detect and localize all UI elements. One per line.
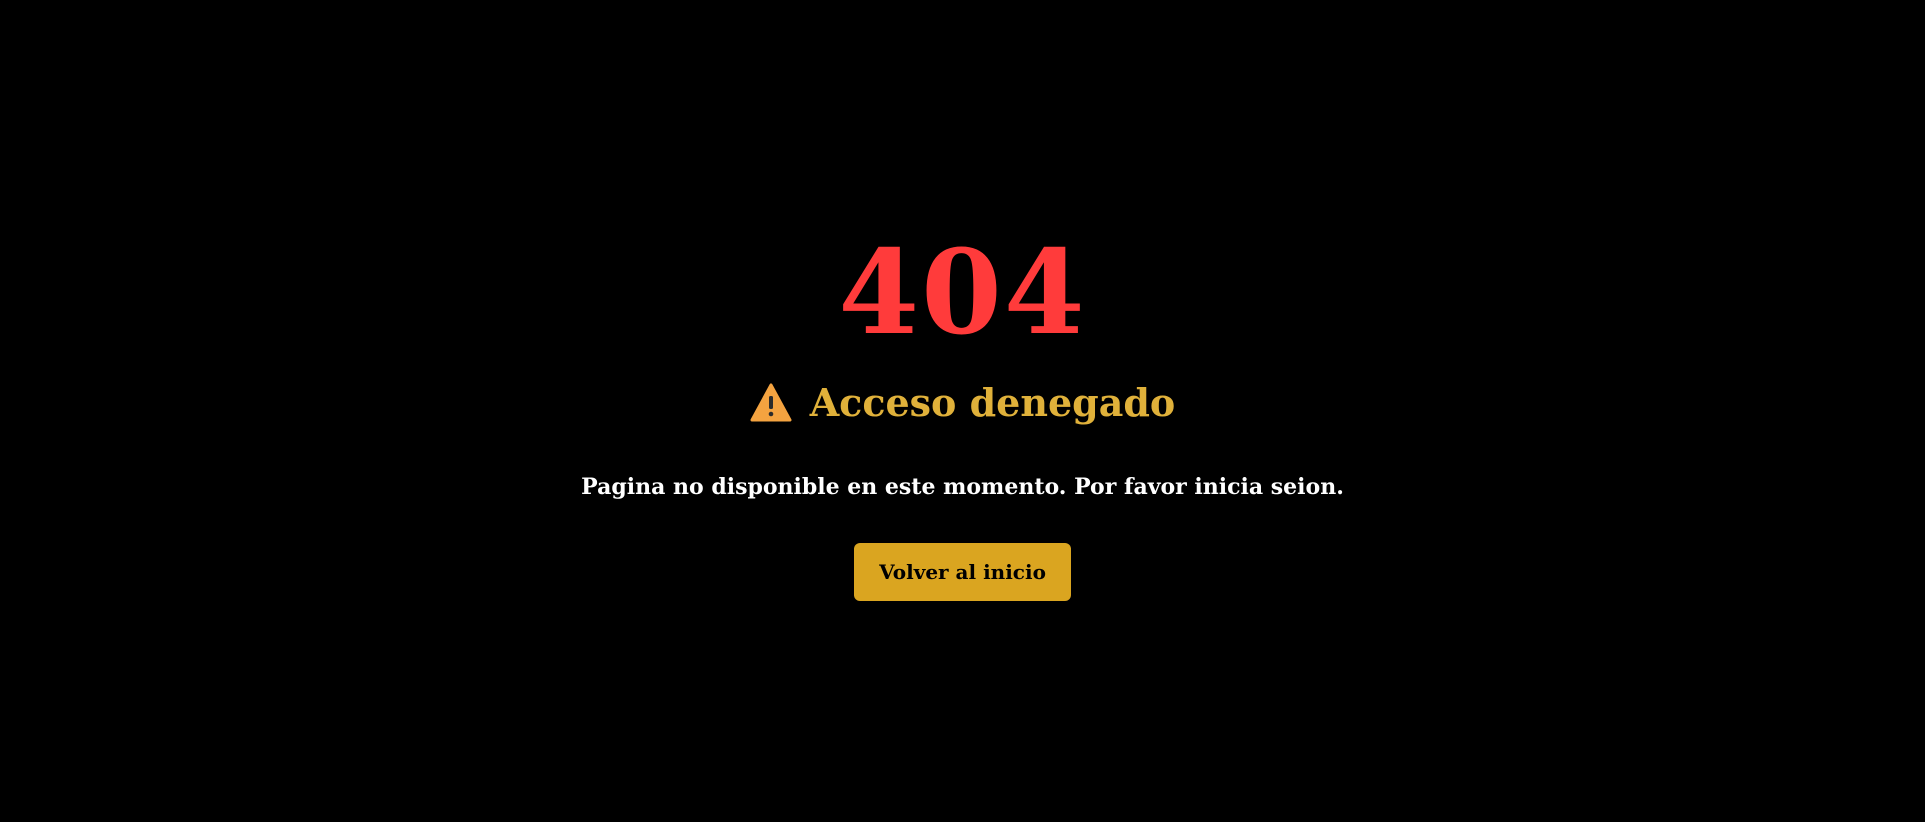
error-title: Acceso denegado bbox=[809, 380, 1176, 425]
back-home-button[interactable]: Volver al inicio bbox=[854, 543, 1071, 601]
error-code: 404 bbox=[838, 225, 1087, 361]
error-message: Pagina no disponible en este momento. Po… bbox=[581, 474, 1344, 500]
error-title-row: Acceso denegado bbox=[0, 376, 1925, 430]
warning-icon bbox=[750, 383, 792, 423]
error-page: 404 Acceso denegado Pagina no disponible… bbox=[0, 0, 1925, 822]
